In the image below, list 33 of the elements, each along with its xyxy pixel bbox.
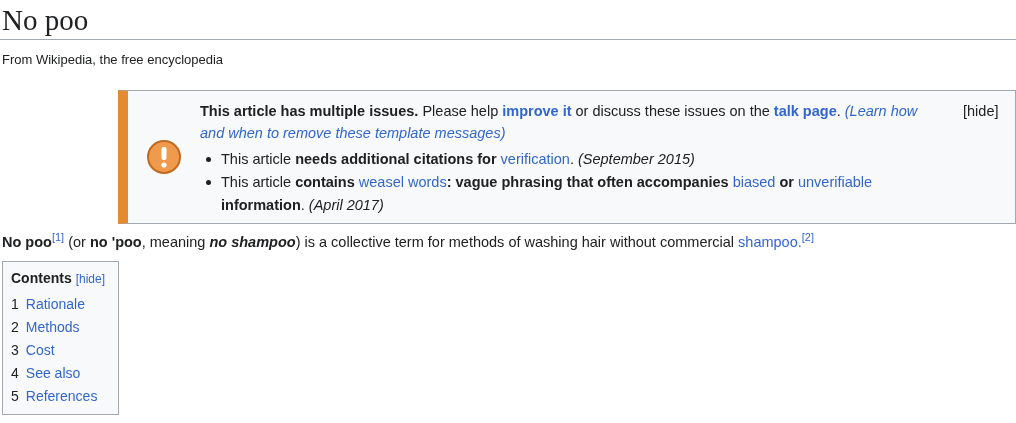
link[interactable]: unverifiable: [797, 173, 873, 190]
citation-link[interactable]: [2]: [801, 231, 814, 243]
contents-link[interactable]: Rationale: [25, 292, 85, 316]
section-number: 1: [11, 294, 19, 314]
issue-text: This article needs additional citations for verification. (September 2015): [221, 149, 695, 169]
section-number: 3: [11, 340, 19, 360]
issue-text: This article contains weasel words: vague phrasing that often accompanies biased or unverifiable information. (April 2017): [221, 172, 874, 215]
section-number: 4: [11, 363, 19, 383]
link[interactable]: (Learn how: [844, 102, 918, 119]
link[interactable]: weasel words: [358, 173, 447, 190]
link[interactable]: shampoo.: [738, 233, 802, 250]
citation-link[interactable]: [1]: [51, 231, 65, 243]
contents-link[interactable]: Methods: [25, 315, 80, 339]
link[interactable]: biased: [732, 173, 776, 190]
subtitle: From Wikipedia, the free encyclopedia: [1, 51, 225, 69]
link[interactable]: talk page: [773, 102, 837, 119]
page-title: No poo: [0, 0, 1016, 40]
link[interactable]: and when to remove these template messages): [200, 124, 506, 141]
hide-link[interactable]: [hide]: [75, 269, 106, 288]
bullet-icon: [206, 156, 211, 162]
bullet-icon: [206, 179, 211, 185]
hide-link[interactable]: [hide]: [963, 99, 1015, 144]
contents-link[interactable]: Cost: [25, 338, 55, 362]
section-number: 5: [11, 386, 19, 406]
contents-link[interactable]: See also: [25, 361, 81, 385]
link[interactable]: verification: [500, 150, 570, 167]
exclamation-icon: [146, 138, 182, 175]
lead-paragraph: No poo$^{[1]}$ (or no 'poo, meaning no shampoo) is a collective term for methods of washing hair without commercial shampoo.$^{[2]}$: [1, 230, 815, 252]
section-number: 2: [11, 317, 19, 337]
issues-intro: This article has multiple issues. Please help improve it or discuss these issues on the talk page. (Learn how and when to remove these template messages): [200, 101, 919, 143]
contents-heading: Contents: [11, 268, 72, 288]
link[interactable]: improve it: [502, 102, 572, 119]
contents-link[interactable]: References: [25, 384, 98, 408]
